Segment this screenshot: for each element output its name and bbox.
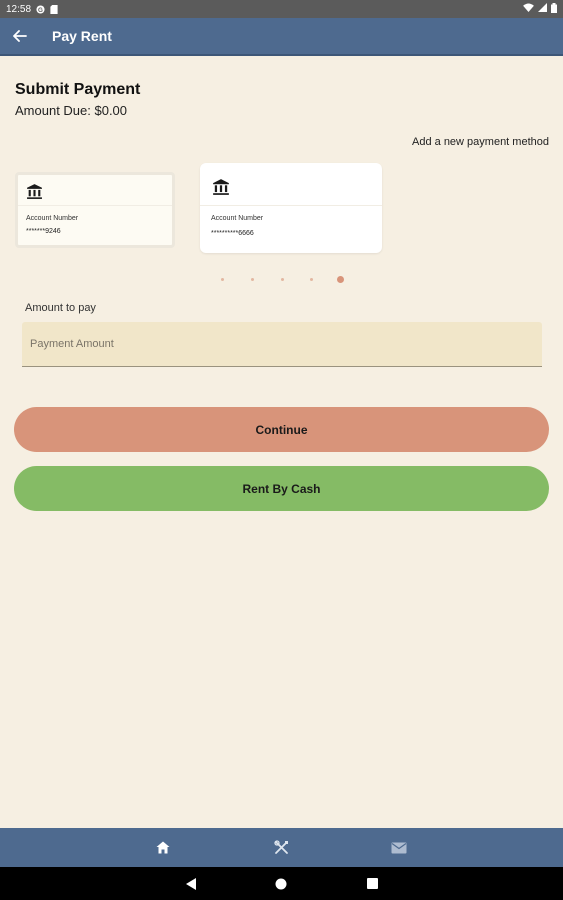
carousel-dot-active[interactable] xyxy=(337,276,344,283)
payment-card[interactable]: Account Number *******9246 xyxy=(15,172,175,248)
rent-by-cash-button[interactable]: Rent By Cash xyxy=(14,466,549,511)
carousel-indicator xyxy=(0,276,563,284)
carousel-dot[interactable] xyxy=(310,278,313,281)
arrow-left-icon xyxy=(13,30,27,42)
bank-icon xyxy=(26,183,43,205)
carousel-dot[interactable] xyxy=(221,278,224,281)
svg-text:G: G xyxy=(38,6,43,13)
home-circle-icon xyxy=(275,878,287,889)
app-bar: Pay Rent xyxy=(0,18,563,56)
account-number-label: Account Number xyxy=(26,215,79,222)
submit-payment-heading: Submit Payment xyxy=(15,81,141,98)
system-home-button[interactable] xyxy=(266,867,296,900)
amount-due: Amount Due: $0.00 xyxy=(15,103,128,118)
continue-button[interactable]: Continue xyxy=(14,407,549,452)
amount-to-pay-label: Amount to pay xyxy=(25,302,96,314)
mail-icon xyxy=(391,842,407,853)
account-number-value: **********6666 xyxy=(211,230,254,237)
bank-icon xyxy=(212,178,230,201)
carousel-dot[interactable] xyxy=(251,278,254,281)
sd-card-icon xyxy=(50,4,59,14)
account-number-label: Account Number xyxy=(211,215,264,222)
payment-card[interactable]: Account Number **********6666 xyxy=(200,163,382,253)
payment-amount-input[interactable] xyxy=(22,322,542,367)
card-divider xyxy=(18,205,172,206)
nav-tools-button[interactable] xyxy=(261,828,301,867)
add-payment-method-link[interactable]: Add a new payment method xyxy=(412,136,549,148)
nav-mail-button[interactable] xyxy=(379,828,419,867)
carousel-dot[interactable] xyxy=(281,278,284,281)
tools-icon xyxy=(273,840,288,854)
nav-home-button[interactable] xyxy=(143,828,183,867)
status-time: 12:58 xyxy=(6,3,32,15)
g-icon: G xyxy=(36,4,45,14)
system-back-button[interactable] xyxy=(176,867,206,900)
wifi-icon xyxy=(523,3,534,15)
home-icon xyxy=(156,841,170,854)
battery-icon xyxy=(551,2,557,16)
system-navigation-bar xyxy=(0,867,563,900)
back-button[interactable] xyxy=(2,17,38,55)
signal-icon xyxy=(538,3,547,15)
page-title: Pay Rent xyxy=(52,28,112,44)
status-bar: 12:58 G xyxy=(0,0,563,18)
card-divider xyxy=(200,205,382,206)
bottom-navigation xyxy=(0,828,563,867)
system-recents-button[interactable] xyxy=(357,867,387,900)
back-triangle-icon xyxy=(186,877,196,890)
account-number-value: *******9246 xyxy=(26,228,61,235)
recents-square-icon xyxy=(366,878,378,889)
